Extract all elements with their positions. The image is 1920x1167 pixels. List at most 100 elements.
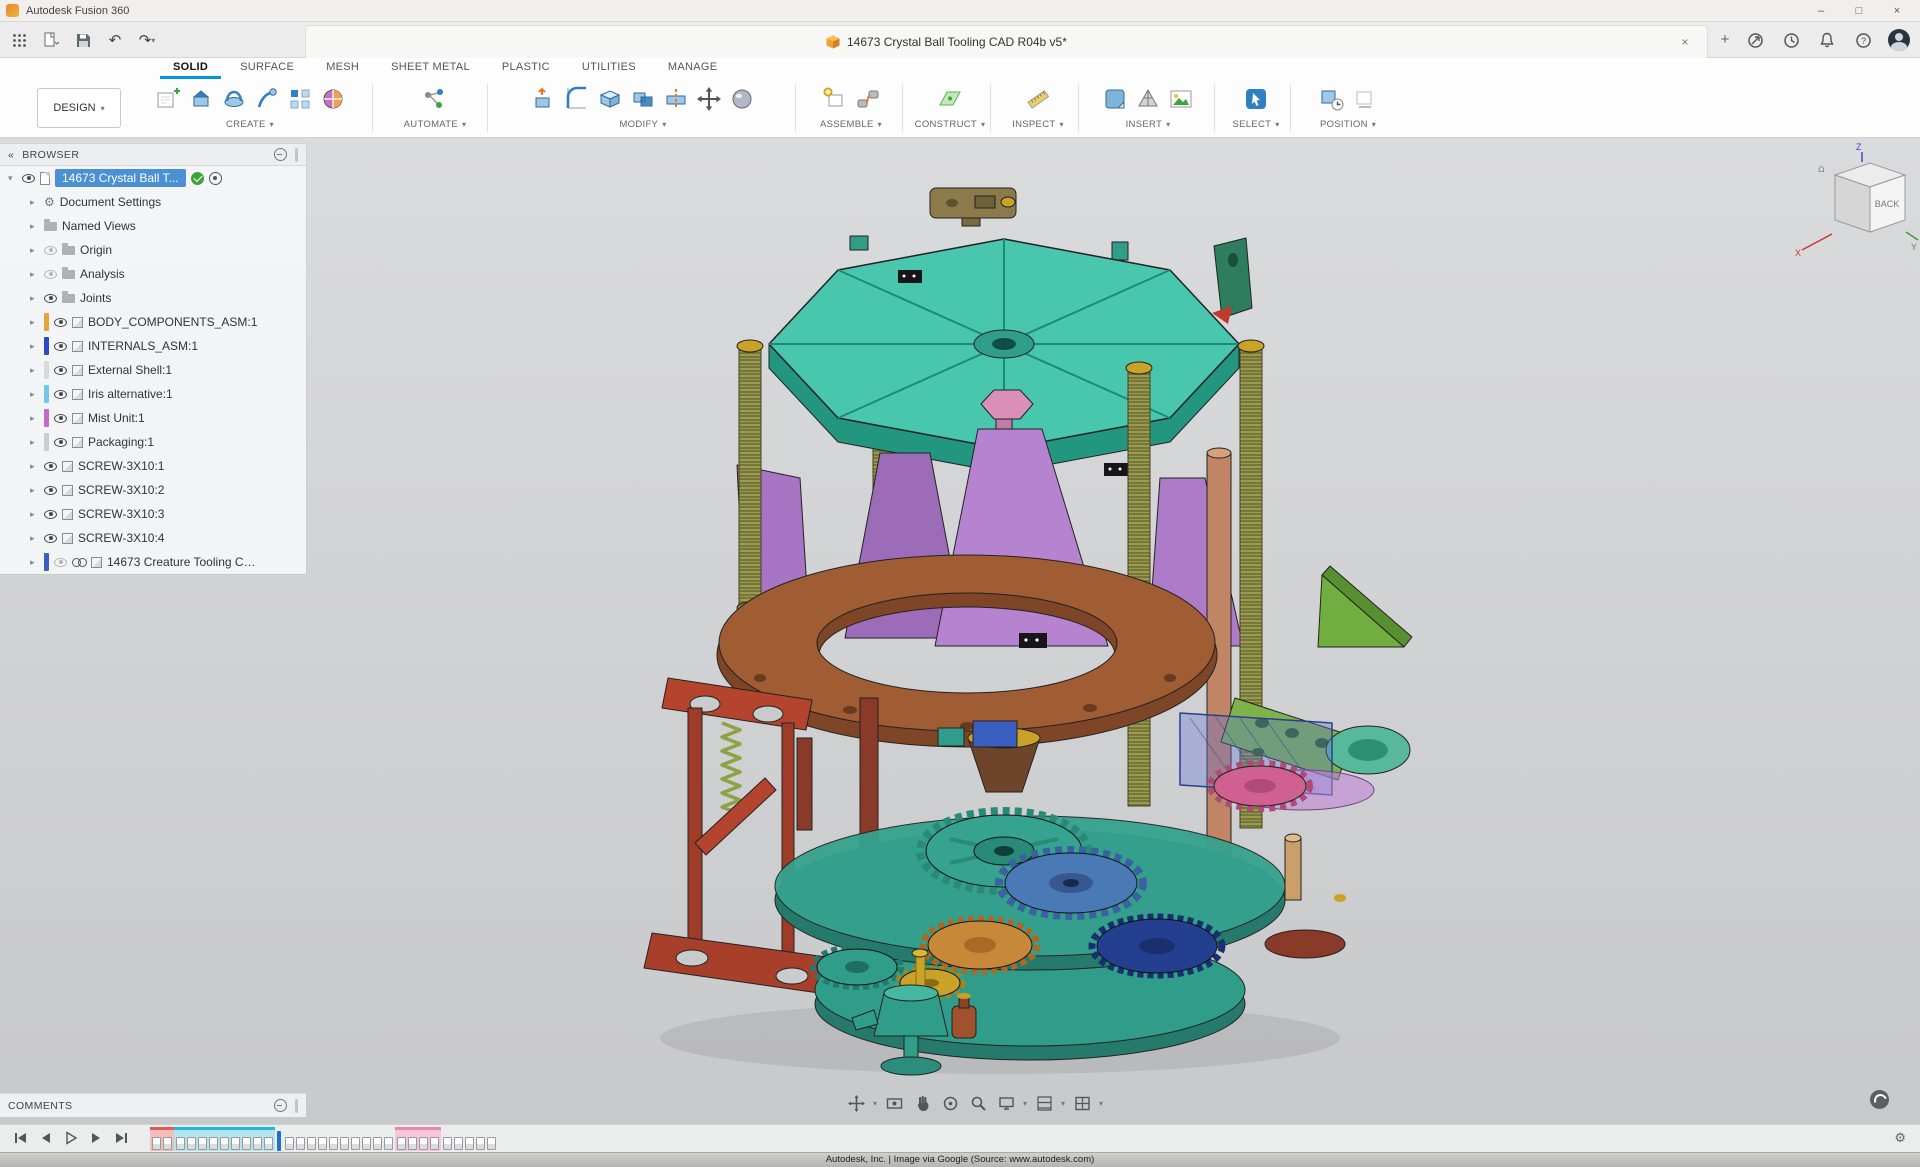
visibility-eye-icon[interactable] bbox=[22, 173, 35, 183]
step-back-button[interactable] bbox=[37, 1129, 54, 1146]
press-pull-icon[interactable] bbox=[530, 85, 558, 113]
redo-icon[interactable]: ↷ ▾ bbox=[136, 29, 158, 51]
automate-icon[interactable] bbox=[421, 85, 449, 113]
expand-arrow-icon[interactable]: ▸ bbox=[30, 437, 39, 448]
measure-icon[interactable] bbox=[1024, 85, 1052, 113]
expand-arrow-icon[interactable]: ▸ bbox=[30, 485, 39, 496]
timeline-feature-icon[interactable] bbox=[397, 1137, 406, 1150]
help-icon[interactable]: ? bbox=[1852, 29, 1874, 51]
viewports-icon[interactable] bbox=[1071, 1092, 1093, 1114]
expand-arrow-icon[interactable]: ▸ bbox=[30, 389, 39, 400]
expand-arrow-icon[interactable]: ▸ bbox=[30, 341, 39, 352]
group-insert-dropdown[interactable]: INSERT ▾ bbox=[1126, 119, 1171, 130]
browser-item-packaging[interactable]: ▸ Packaging:1 bbox=[0, 430, 306, 454]
visibility-eye-icon[interactable] bbox=[54, 437, 67, 447]
group-select-dropdown[interactable]: SELECT ▾ bbox=[1232, 119, 1279, 130]
revolve-icon[interactable] bbox=[220, 85, 248, 113]
timeline-feature-icon[interactable] bbox=[408, 1137, 417, 1150]
grid-snaps-icon[interactable] bbox=[1033, 1092, 1055, 1114]
panel-resize-handle[interactable] bbox=[295, 147, 298, 162]
timeline-feature-icon[interactable] bbox=[176, 1137, 185, 1150]
chevron-down-icon[interactable]: ▾ bbox=[1099, 1099, 1103, 1108]
expand-arrow-icon[interactable]: ▸ bbox=[30, 197, 39, 208]
expand-arrow-icon[interactable]: ▸ bbox=[30, 413, 39, 424]
browser-item-joints[interactable]: ▸ Joints bbox=[0, 286, 306, 310]
timeline-feature-icon[interactable] bbox=[384, 1137, 393, 1150]
browser-item-mist-unit[interactable]: ▸ Mist Unit:1 bbox=[0, 406, 306, 430]
timeline-feature-icon[interactable] bbox=[351, 1137, 360, 1150]
go-to-start-button[interactable] bbox=[12, 1129, 29, 1146]
visibility-eye-icon[interactable] bbox=[54, 413, 67, 423]
timeline-feature-icon[interactable] bbox=[307, 1137, 316, 1150]
expand-arrow-icon[interactable]: ▸ bbox=[30, 461, 39, 472]
browser-item-analysis[interactable]: ▸ Analysis bbox=[0, 262, 306, 286]
move-icon[interactable] bbox=[695, 85, 723, 113]
visibility-eye-icon[interactable] bbox=[54, 389, 67, 399]
timeline-feature-icon[interactable] bbox=[296, 1137, 305, 1150]
browser-item-screw-3[interactable]: ▸ SCREW-3X10:3 bbox=[0, 502, 306, 526]
browser-item-origin[interactable]: ▸ Origin bbox=[0, 238, 306, 262]
browser-item-external-shell[interactable]: ▸ External Shell:1 bbox=[0, 358, 306, 382]
collapse-panel-icon[interactable]: « bbox=[8, 149, 14, 161]
activate-component-radio[interactable] bbox=[208, 171, 222, 185]
timeline-feature-icon[interactable] bbox=[220, 1137, 229, 1150]
browser-item-screw-2[interactable]: ▸ SCREW-3X10:2 bbox=[0, 478, 306, 502]
visibility-eye-icon[interactable] bbox=[44, 245, 57, 255]
expand-arrow-icon[interactable]: ▸ bbox=[30, 293, 39, 304]
browser-item-document-settings[interactable]: ▸ ⚙ Document Settings bbox=[0, 190, 306, 214]
construction-plane-icon[interactable] bbox=[936, 85, 964, 113]
timeline-feature-icon[interactable] bbox=[465, 1137, 474, 1150]
design-workspace-selector[interactable]: DESIGN ▾ bbox=[37, 88, 121, 128]
timeline-feature-icon[interactable] bbox=[318, 1137, 327, 1150]
timeline-feature-icon[interactable] bbox=[163, 1137, 172, 1150]
tab-solid[interactable]: SOLID bbox=[160, 58, 222, 79]
panel-options-icon[interactable] bbox=[274, 1099, 287, 1112]
pan-icon[interactable] bbox=[911, 1092, 933, 1114]
group-modify-dropdown[interactable]: MODIFY ▾ bbox=[619, 119, 666, 130]
fit-view-icon[interactable] bbox=[845, 1092, 867, 1114]
group-create-dropdown[interactable]: CREATE ▾ bbox=[226, 119, 274, 130]
expand-arrow-icon[interactable]: ▸ bbox=[30, 365, 39, 376]
canvas-icon[interactable] bbox=[1167, 85, 1195, 113]
browser-item-body-components-asm[interactable]: ▸ BODY_COMPONENTS_ASM:1 bbox=[0, 310, 306, 334]
timeline-feature-icon[interactable] bbox=[264, 1137, 273, 1150]
minimize-button[interactable]: – bbox=[1804, 1, 1838, 21]
timeline-feature-icon[interactable] bbox=[329, 1137, 338, 1150]
timeline-feature-icon[interactable] bbox=[340, 1137, 349, 1150]
browser-root-row[interactable]: ▾ 14673 Crystal Ball T... bbox=[0, 166, 306, 190]
timeline-feature-icon[interactable] bbox=[443, 1137, 452, 1150]
timeline-feature-icon[interactable] bbox=[454, 1137, 463, 1150]
browser-item-screw-1[interactable]: ▸ SCREW-3X10:1 bbox=[0, 454, 306, 478]
expand-arrow-icon[interactable]: ▸ bbox=[30, 317, 39, 328]
group-construct-dropdown[interactable]: CONSTRUCT ▾ bbox=[915, 119, 986, 130]
visibility-eye-icon[interactable] bbox=[44, 485, 57, 495]
group-automate-dropdown[interactable]: AUTOMATE ▾ bbox=[404, 119, 467, 130]
visibility-eye-icon[interactable] bbox=[54, 557, 67, 567]
visibility-eye-icon[interactable] bbox=[44, 533, 57, 543]
visibility-eye-icon[interactable] bbox=[44, 269, 57, 279]
tab-utilities[interactable]: UTILITIES bbox=[569, 58, 649, 79]
timeline-feature-icon[interactable] bbox=[487, 1137, 496, 1150]
timeline-feature-icon[interactable] bbox=[152, 1137, 161, 1150]
timeline-feature-icon[interactable] bbox=[231, 1137, 240, 1150]
combine-icon[interactable] bbox=[629, 85, 657, 113]
timeline-settings-gear-icon[interactable]: ⚙ bbox=[1894, 1130, 1906, 1146]
orbit-icon[interactable] bbox=[939, 1092, 961, 1114]
expand-arrow-icon[interactable]: ▸ bbox=[30, 557, 39, 568]
browser-header[interactable]: « BROWSER bbox=[0, 144, 306, 166]
undo-icon[interactable]: ↶ bbox=[104, 29, 126, 51]
timeline-feature-icon[interactable] bbox=[285, 1137, 294, 1150]
group-position-dropdown[interactable]: POSITION ▾ bbox=[1320, 119, 1376, 130]
revert-position-icon[interactable] bbox=[1351, 85, 1379, 113]
timeline-feature-icon[interactable] bbox=[476, 1137, 485, 1150]
timeline-feature-icon[interactable] bbox=[362, 1137, 371, 1150]
document-tab[interactable]: 14673 Crystal Ball Tooling CAD R04b v5* … bbox=[305, 25, 1708, 58]
extrude-icon[interactable] bbox=[187, 85, 215, 113]
group-assemble-dropdown[interactable]: ASSEMBLE ▾ bbox=[820, 119, 882, 130]
pattern-icon[interactable] bbox=[286, 85, 314, 113]
shell-icon[interactable] bbox=[596, 85, 624, 113]
visibility-eye-icon[interactable] bbox=[44, 509, 57, 519]
timeline-feature-icon[interactable] bbox=[198, 1137, 207, 1150]
group-inspect-dropdown[interactable]: INSPECT ▾ bbox=[1012, 119, 1064, 130]
browser-item-creature-tooling-link[interactable]: ▸ 14673 Creature Tooling CAD ... bbox=[0, 550, 306, 574]
